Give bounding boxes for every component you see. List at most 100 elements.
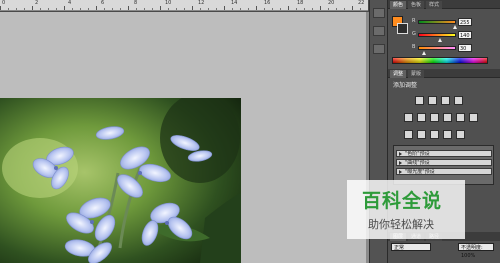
expand-triangle-icon	[399, 170, 402, 174]
blue-slider[interactable]	[418, 46, 456, 55]
ruler-tick	[232, 8, 233, 10]
ruler-label: 10	[165, 0, 172, 6]
ruler-tick	[120, 8, 121, 10]
ruler-tick	[0, 6, 1, 10]
green-value-field[interactable]: 140	[458, 31, 472, 39]
bw-icon[interactable]	[443, 113, 452, 122]
ruler-label: 2	[35, 0, 39, 6]
ruler-tick	[144, 8, 145, 10]
tab-styles[interactable]: 样式	[426, 1, 443, 9]
adjustments-title: 添加调整	[393, 82, 418, 89]
levels-icon[interactable]	[428, 96, 437, 105]
slider-thumb[interactable]	[438, 38, 443, 42]
tab-color[interactable]: 颜色	[390, 1, 407, 9]
ruler-tick	[192, 6, 193, 10]
preset-item-curves[interactable]: "曲线"预设	[396, 159, 492, 166]
move-tool-icon[interactable]	[373, 8, 385, 18]
ruler-label: 16	[264, 0, 271, 6]
ruler-tick	[256, 6, 257, 10]
adjustment-icons-row-1	[388, 96, 500, 108]
photo-filter-icon[interactable]	[456, 113, 465, 122]
ruler-tick	[248, 8, 249, 10]
posterize-icon[interactable]	[417, 130, 426, 139]
ruler-tick	[48, 8, 49, 10]
ruler-label: 18	[297, 0, 304, 6]
preset-item-levels[interactable]: "色阶"预设	[396, 150, 492, 157]
ruler-tick	[360, 8, 361, 10]
color-balance-icon[interactable]	[430, 113, 439, 122]
ruler-tick	[56, 8, 57, 10]
tab-adjustments[interactable]: 调整	[390, 70, 407, 78]
color-panel-tabs: 颜色 色板 样式	[388, 0, 500, 9]
ruler-tick	[152, 8, 153, 10]
watermark-subtitle: 助你轻松解决	[368, 218, 434, 231]
ruler-tick	[328, 8, 329, 10]
ruler-tick	[224, 6, 225, 10]
green-slider[interactable]	[418, 33, 456, 42]
blue-value-field[interactable]: 30	[458, 44, 472, 52]
tab-swatches[interactable]: 色板	[408, 1, 425, 9]
paint-tool-icon[interactable]	[373, 26, 385, 36]
ruler-tick	[336, 8, 337, 10]
threshold-icon[interactable]	[430, 130, 439, 139]
ruler-label: 12	[198, 0, 205, 6]
red-value-field[interactable]: 255	[458, 18, 472, 26]
hue-icon[interactable]	[417, 113, 426, 122]
color-spectrum-bar[interactable]	[392, 57, 488, 64]
ruler-tick	[88, 8, 89, 10]
ruler-tick	[184, 8, 185, 10]
selective-color-icon[interactable]	[456, 130, 465, 139]
brightness-icon[interactable]	[415, 96, 424, 105]
ruler-tick	[312, 8, 313, 10]
blend-mode-select[interactable]: 正常	[391, 243, 431, 251]
ruler-tick	[352, 6, 353, 10]
ruler-tick	[72, 8, 73, 10]
ruler-tick	[80, 8, 81, 10]
opacity-field[interactable]: 不透明度: 100%	[458, 243, 494, 259]
ruler-tick	[40, 8, 41, 10]
ruler-label: 0	[2, 0, 6, 6]
ruler-label: 4	[68, 0, 72, 6]
slider-label-r: R	[412, 18, 416, 24]
preset-label: "曝光度"预设	[405, 169, 435, 175]
ruler-tick	[136, 8, 137, 10]
ruler-tick	[264, 8, 265, 10]
ruler-tick	[272, 8, 273, 10]
ruler-tick	[296, 8, 297, 10]
ruler-tick	[32, 6, 33, 10]
ruler-label: 22	[358, 0, 365, 6]
ruler-tick	[128, 6, 129, 10]
preset-label: "曲线"预设	[405, 160, 430, 166]
ruler-tick	[96, 6, 97, 10]
invert-icon[interactable]	[404, 130, 413, 139]
ruler-label: 14	[231, 0, 238, 6]
watermark: 百科全说 助你轻松解决	[347, 180, 465, 239]
ruler-tick	[240, 8, 241, 10]
vibrance-icon[interactable]	[404, 113, 413, 122]
ruler-tick	[288, 6, 289, 10]
ruler-tick	[16, 8, 17, 10]
document-canvas[interactable]	[0, 12, 366, 263]
ruler-label: 8	[134, 0, 138, 6]
history-icon[interactable]	[373, 44, 385, 54]
curves-icon[interactable]	[441, 96, 450, 105]
presets-list: "色阶"预设 "曲线"预设 "曝光度"预设	[393, 145, 494, 185]
ruler-tick	[8, 8, 9, 10]
preset-label: "色阶"预设	[405, 151, 430, 157]
ruler-tick	[168, 8, 169, 10]
slider-label-g: G	[412, 31, 416, 37]
adjustment-icons-row-3	[388, 130, 500, 142]
ruler-tick	[24, 8, 25, 10]
channel-mixer-icon[interactable]	[469, 113, 478, 122]
ruler-label: 6	[101, 0, 105, 6]
tab-masks[interactable]: 蒙版	[408, 70, 425, 78]
slider-label-b: B	[412, 44, 416, 50]
ruler-tick	[64, 6, 65, 10]
flower-photo	[0, 98, 241, 263]
gradient-map-icon[interactable]	[443, 130, 452, 139]
background-color-swatch[interactable]	[397, 23, 408, 34]
exposure-icon[interactable]	[454, 96, 463, 105]
slider-thumb[interactable]	[422, 51, 427, 55]
preset-item-exposure[interactable]: "曝光度"预设	[396, 168, 492, 175]
red-slider[interactable]	[418, 20, 457, 29]
